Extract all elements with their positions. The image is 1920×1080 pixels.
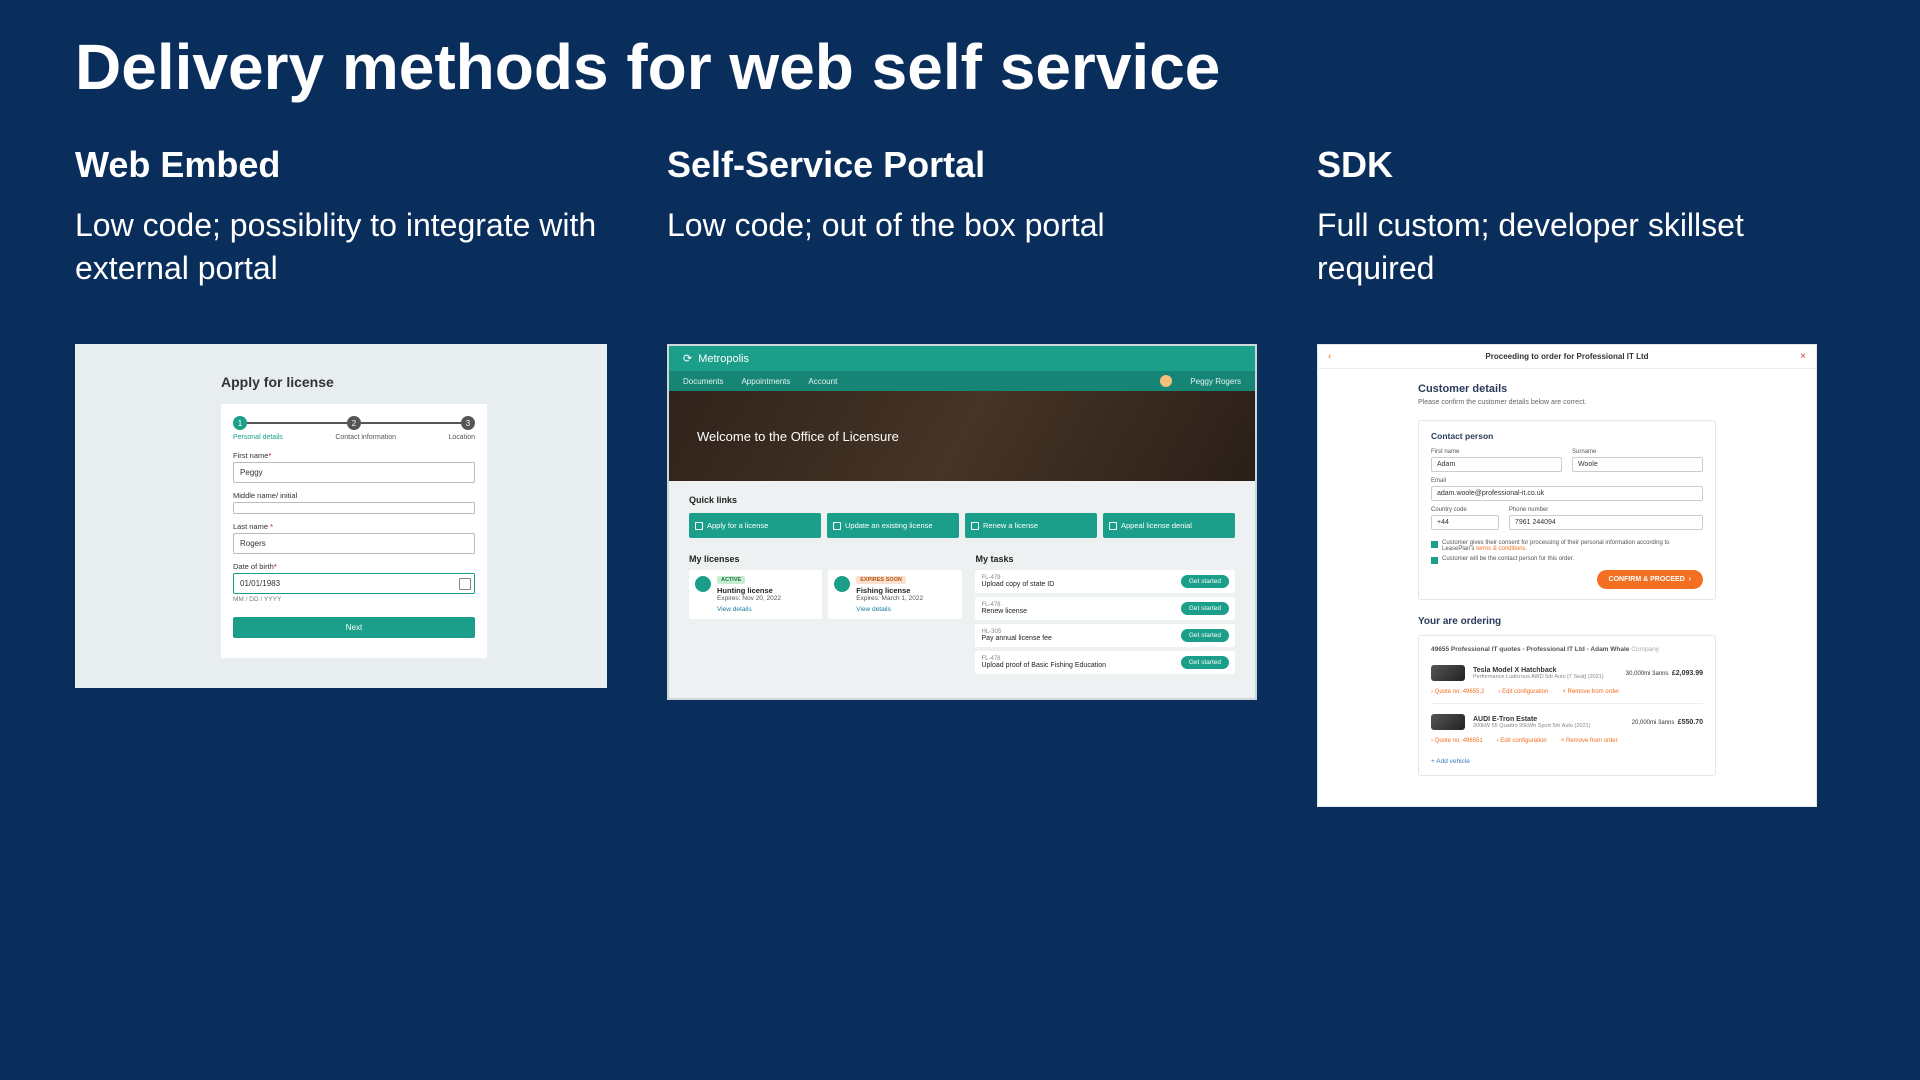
surname-input[interactable]: Woole [1572, 457, 1703, 472]
edit-config-link[interactable]: › Edit configuration [1498, 689, 1548, 695]
dob-label: Date of birth [233, 562, 274, 571]
appeal-icon [1109, 522, 1117, 530]
close-icon[interactable]: × [1786, 351, 1806, 362]
col-sdk-heading: SDK [1317, 144, 1845, 186]
ordering-title: Your are ordering [1418, 616, 1716, 627]
portal-logo-icon: ⟳ [683, 352, 692, 365]
ql-renew[interactable]: Renew a license [965, 513, 1097, 538]
ql-update[interactable]: Update an existing license [827, 513, 959, 538]
customer-details-sub: Please confirm the customer details belo… [1418, 399, 1716, 406]
vehicle-image-icon [1431, 665, 1465, 681]
my-licenses-title: My licenses [689, 554, 961, 564]
view-details-link[interactable]: View details [856, 606, 955, 613]
middle-name-label: Middle name/ initial [233, 491, 475, 500]
step-3-label: Location [449, 434, 475, 441]
license-card: EXPIRES SOON Fishing license Expires: Ma… [828, 570, 961, 619]
step-3-circle: 3 [461, 416, 475, 430]
view-details-link[interactable]: View details [717, 606, 816, 613]
first-name-label: First name [233, 451, 268, 460]
badge-active: ACTIVE [717, 576, 745, 584]
embed-screenshot: Apply for license 1 2 3 Personal details… [75, 344, 607, 688]
next-button[interactable]: Next [233, 617, 475, 638]
edit-config-link[interactable]: › Edit configuration [1497, 738, 1547, 744]
col-portal-heading: Self-Service Portal [667, 144, 1257, 186]
sdk-header-title: Proceeding to order for Professional IT … [1348, 352, 1786, 361]
user-name: Peggy Rogers [1190, 377, 1241, 386]
back-icon[interactable]: ‹ [1328, 351, 1348, 362]
license-icon [695, 576, 711, 592]
vehicle-image-icon [1431, 714, 1465, 730]
vehicle-row: AUDI E-Tron Estate 300kW 55 Quattro 95kW… [1431, 708, 1703, 736]
portal-hero: Welcome to the Office of Licensure [669, 391, 1255, 481]
consent-checkbox-1[interactable]: Customer gives their consent for process… [1431, 540, 1703, 552]
document-icon [695, 522, 703, 530]
contact-person-title: Contact person [1431, 431, 1703, 441]
get-started-button[interactable]: Get started [1181, 629, 1229, 642]
checkbox-icon [1431, 541, 1438, 548]
confirm-proceed-button[interactable]: CONFIRM & PROCEED › [1597, 570, 1703, 589]
step-1-label: Personal details [233, 434, 283, 441]
nav-account[interactable]: Account [808, 377, 837, 386]
first-name-input[interactable]: Peggy [233, 462, 475, 483]
add-vehicle-link[interactable]: + Add vehicle [1431, 758, 1703, 765]
portal-screenshot: ⟳ Metropolis Documents Appointments Acco… [667, 344, 1257, 700]
col-portal-sub: Low code; out of the box portal [667, 204, 1257, 294]
my-tasks-title: My tasks [975, 554, 1235, 564]
remove-link[interactable]: × Remove from order [1561, 738, 1618, 744]
consent-checkbox-2[interactable]: Customer will be the contact person for … [1431, 556, 1703, 564]
phone-label: Phone number [1509, 507, 1703, 513]
task-row: HL-305 Pay annual license fee Get starte… [975, 624, 1235, 647]
nav-appointments[interactable]: Appointments [741, 377, 790, 386]
license-card: ACTIVE Hunting license Expires: Nov 20, … [689, 570, 822, 619]
last-name-input[interactable]: Rogers [233, 533, 475, 554]
remove-link[interactable]: × Remove from order [1562, 689, 1619, 695]
first-name-label: First name [1431, 449, 1562, 455]
get-started-button[interactable]: Get started [1181, 602, 1229, 615]
quote-no: › Quote no. 49655.2 [1431, 689, 1484, 695]
get-started-button[interactable]: Get started [1181, 575, 1229, 588]
vehicle-row: Tesla Model X Hatchback Performance Ludi… [1431, 659, 1703, 687]
sdk-screenshot: ‹ Proceeding to order for Professional I… [1317, 344, 1817, 807]
email-input[interactable]: adam.woole@professional-it.co.uk [1431, 486, 1703, 501]
country-code-input[interactable]: +44 [1431, 515, 1499, 530]
user-avatar-icon[interactable] [1160, 375, 1172, 387]
dob-input[interactable]: 01/01/1983 [233, 573, 475, 594]
calendar-icon[interactable] [459, 578, 471, 590]
license-icon [834, 576, 850, 592]
last-name-label: Last name [233, 522, 268, 531]
col-embed-sub: Low code; possiblity to integrate with e… [75, 204, 607, 294]
refresh-icon [833, 522, 841, 530]
customer-details-heading: Customer details [1418, 383, 1716, 395]
embed-form-title: Apply for license [221, 374, 607, 390]
task-row: FL-479 Upload copy of state ID Get start… [975, 570, 1235, 593]
quote-header: 49655 Professional IT quotes - Professio… [1431, 646, 1703, 653]
step-1-circle: 1 [233, 416, 247, 430]
get-started-button[interactable]: Get started [1181, 656, 1229, 669]
task-row: FL-478 Renew license Get started [975, 597, 1235, 620]
checkbox-icon [1431, 557, 1438, 564]
embed-stepper: 1 2 3 [233, 416, 475, 430]
first-name-input[interactable]: Adam [1431, 457, 1562, 472]
middle-name-input[interactable] [233, 502, 475, 514]
portal-brand: Metropolis [698, 353, 749, 365]
nav-documents[interactable]: Documents [683, 377, 723, 386]
email-label: Email [1431, 478, 1703, 484]
slide-title: Delivery methods for web self service [75, 30, 1845, 104]
ql-apply[interactable]: Apply for a license [689, 513, 821, 538]
terms-link[interactable]: terms & conditions. [1476, 546, 1527, 552]
col-sdk-sub: Full custom; developer skillset required [1317, 204, 1845, 294]
phone-input[interactable]: 7961 244094 [1509, 515, 1703, 530]
badge-expires-soon: EXPIRES SOON [856, 576, 906, 584]
step-2-circle: 2 [347, 416, 361, 430]
ql-appeal[interactable]: Appeal license denial [1103, 513, 1235, 538]
task-row: FL-478 Upload proof of Basic Fishing Edu… [975, 651, 1235, 674]
dob-hint: MM / DD / YYYY [233, 596, 475, 603]
quote-no: › Quote no. 496551 [1431, 738, 1483, 744]
surname-label: Surname [1572, 449, 1703, 455]
step-2-label: Contact information [335, 434, 396, 441]
renew-icon [971, 522, 979, 530]
col-embed-heading: Web Embed [75, 144, 607, 186]
quick-links-title: Quick links [689, 495, 1235, 505]
country-code-label: Country code [1431, 507, 1499, 513]
